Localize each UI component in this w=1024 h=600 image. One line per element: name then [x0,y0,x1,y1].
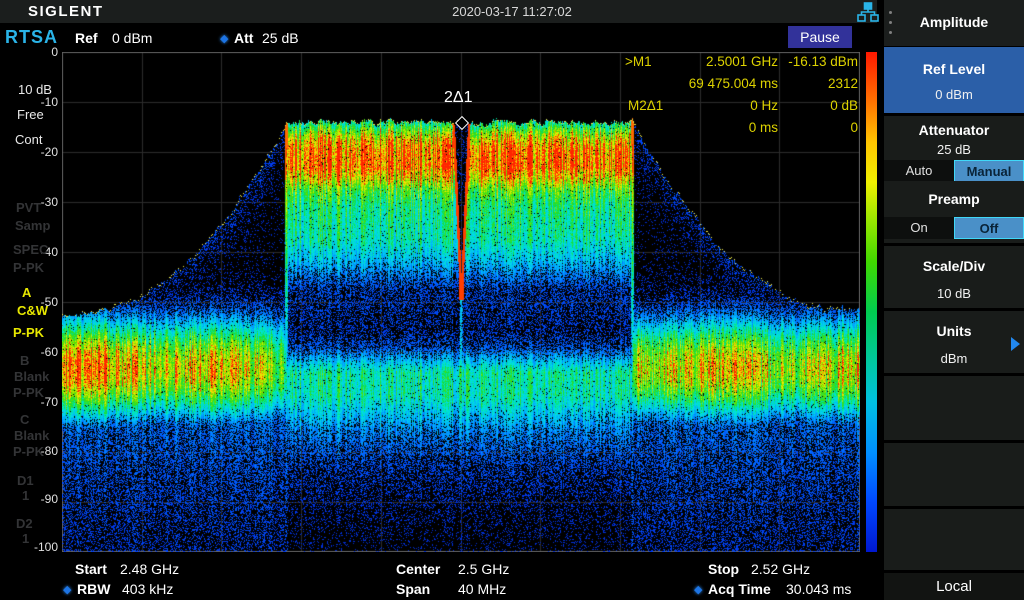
start-freq-label: Start [75,561,107,577]
center-freq-value[interactable]: 2.5 GHz [458,561,509,577]
trace-spec-detector: P-PK [13,260,44,275]
scale-per-div-label: 10 dB [18,82,52,97]
trace-pvt-label: PVT [16,200,41,215]
preamp-label: Preamp [884,191,1024,207]
units-value: dBm [884,351,1024,366]
stop-freq-value[interactable]: 2.52 GHz [751,561,810,577]
scale-div-label: Scale/Div [884,258,1024,274]
trace-c-label: C [20,412,29,427]
attenuator-manual-toggle[interactable]: Manual [954,160,1024,182]
attenuator-label: Attenuator [884,122,1024,138]
marker-m1-freq: 2.5001 GHz [600,54,778,72]
softkey-scale-div[interactable]: Scale/Div 10 dB [884,246,1024,308]
menu-title: Amplitude [884,14,1024,30]
rbw-coupling-diamond-icon: ◆ [63,583,71,596]
trace-b-mode: Blank [14,369,49,384]
trace-d2-value: 1 [22,531,29,546]
trace-d1-value: 1 [22,488,29,503]
trace-a-detector: P-PK [13,325,44,340]
trace-a-mode: C&W [17,303,48,318]
softkey-blank-2[interactable] [884,443,1024,506]
marker-m2d1-time: 0 ms [600,120,778,138]
lan-network-icon [857,2,879,27]
trace-c-detector: P-PK [13,444,44,459]
marker-m1-time: 69 475.004 ms [600,76,778,94]
preamp-off-toggle[interactable]: Off [954,217,1024,239]
trace-d2-label: D2 [16,516,33,531]
trace-b-label: B [20,353,29,368]
softkey-menu-panel: Amplitude Ref Level 0 dBm Attenuator 25 … [884,0,1024,600]
center-freq-label: Center [396,561,440,577]
softkey-units[interactable]: Units dBm [884,311,1024,373]
trace-c-mode: Blank [14,428,49,443]
ref-level-value: 0 dBm [884,87,1024,102]
span-value[interactable]: 40 MHz [458,581,506,597]
marker-m2d1-density: 0 [786,120,858,138]
ref-value: 0 dBm [112,30,152,46]
attenuator-auto-toggle[interactable]: Auto [884,160,954,182]
softkey-preamp[interactable]: Preamp On Off [884,181,1024,243]
attenuator-value: 25 dB [884,142,1024,157]
att-value: 25 dB [262,30,299,46]
siglent-logo: SIGLENT [28,3,104,20]
y-axis-tick: 0 [20,45,58,59]
local-status-bar[interactable]: Local [884,573,1024,600]
pause-button[interactable]: Pause [788,26,852,48]
acq-coupling-diamond-icon: ◆ [694,583,702,596]
softkey-ref-level[interactable]: Ref Level 0 dBm [884,47,1024,113]
marker-m2d1-freq: 0 Hz [600,98,778,116]
marker-m1-amp: -16.13 dBm [786,54,858,72]
menu-scroll-dot-icon [889,31,892,34]
trigger-mode-label: Free [17,107,44,122]
scale-div-value: 10 dB [884,286,1024,301]
stop-freq-label: Stop [708,561,739,577]
trace-d1-label: D1 [17,473,34,488]
trace-pvt-detector: Samp [15,218,50,233]
softkey-blank-3[interactable] [884,509,1024,570]
softkey-attenuator[interactable]: Attenuator 25 dB Auto Manual [884,116,1024,178]
rbw-value[interactable]: 403 kHz [122,581,173,597]
softkey-blank-1[interactable] [884,376,1024,440]
marker-m2d1-amp: 0 dB [786,98,858,116]
density-colorbar-legend [866,52,877,552]
rbw-label: RBW [77,581,110,597]
sweep-mode-label: Cont [15,132,42,147]
acq-time-value[interactable]: 30.043 ms [786,581,851,597]
datetime-display: 2020-03-17 11:27:02 [362,4,662,19]
submenu-arrow-icon [1011,337,1020,351]
menu-title-bar: Amplitude [884,0,1024,46]
start-freq-value[interactable]: 2.48 GHz [120,561,179,577]
trace-b-detector: P-PK [13,385,44,400]
ref-label: Ref [75,30,98,46]
ref-level-label: Ref Level [884,61,1024,77]
acq-time-label: Acq Time [708,581,771,597]
trace-a-label: A [22,285,31,300]
trace-spec-label: SPEC [13,242,48,257]
span-label: Span [396,581,430,597]
y-axis-tick: -20 [20,145,58,159]
marker-m1-density: 2312 [786,76,858,94]
att-coupling-diamond-icon: ◆ [220,32,228,45]
preamp-on-toggle[interactable]: On [884,217,954,239]
att-label: Att [234,30,253,46]
units-label: Units [884,323,1024,339]
delta-marker-label: 2Δ1 [444,89,472,107]
